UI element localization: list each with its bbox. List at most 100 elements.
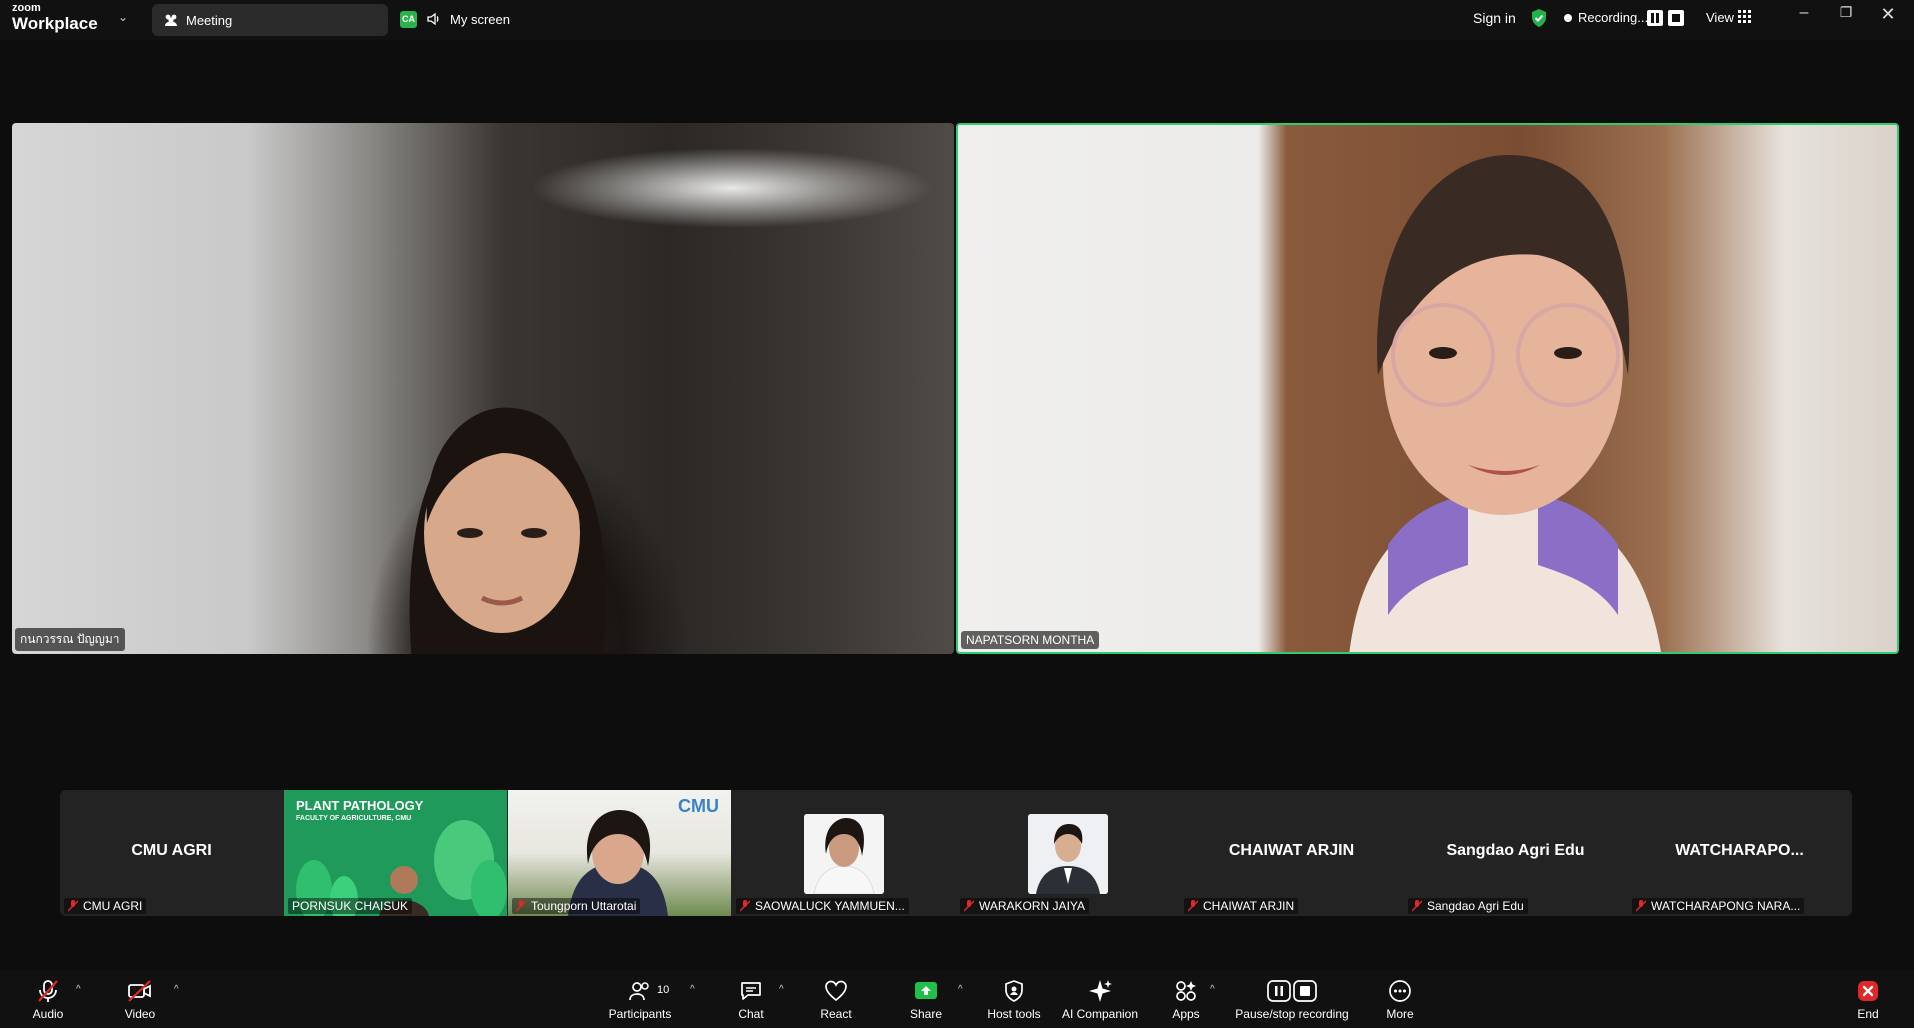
my-screen-tab[interactable]: My screen [450,12,510,27]
host-tools-button[interactable]: Host tools [986,978,1042,1021]
mic-muted-icon [740,900,750,912]
participant-tile[interactable]: CHAIWAT ARJIN CHAIWAT ARJIN [1180,790,1403,916]
participant-label: WARAKORN JAIYA [960,898,1090,914]
more-button[interactable]: More [1382,978,1418,1021]
virtual-background-title: PLANT PATHOLOGY [296,798,424,813]
participant-label: WATCHARAPONG NARA... [1632,898,1805,914]
recording-dot-icon [1564,14,1572,22]
participant-tile[interactable]: WATCHARAPO... WATCHARAPONG NARA... [1628,790,1851,916]
pause-stop-icon [1267,980,1317,1002]
end-label: End [1857,1007,1879,1021]
meeting-tab-label: Meeting [186,13,233,28]
sparkle-icon [1089,980,1112,1002]
participant-video-person [1349,155,1661,652]
participants-icon [165,14,177,26]
participants-options-caret[interactable]: ^ [690,984,695,995]
recording-status[interactable]: Recording... [1578,10,1648,25]
audio-options-caret[interactable]: ^ [76,984,81,995]
react-button[interactable]: React [818,978,854,1021]
restore-button[interactable]: ❐ [1835,4,1857,32]
avatar-photo-image [804,814,884,894]
mic-muted-icon [516,900,526,912]
chat-options-caret[interactable]: ^ [779,984,784,995]
ca-badge[interactable]: CA [400,11,417,28]
participant-tile[interactable]: CMU Toungporn Uttarotai [508,790,731,916]
audio-label: Audio [32,1007,64,1021]
minimize-button[interactable]: – [1793,4,1815,32]
participants-icon [629,982,649,1001]
sign-in-link[interactable]: Sign in [1473,10,1516,26]
mic-muted-icon [1188,900,1198,912]
video-options-caret[interactable]: ^ [174,984,179,995]
video-button[interactable]: Video [120,978,160,1021]
close-window-button[interactable]: ✕ [1877,4,1899,32]
participant-label: SAOWALUCK YAMMUEN... [736,898,909,914]
participant-tile[interactable]: CMU AGRI CMU AGRI [60,790,283,916]
top-bar: zoom Workplace ⌄ Meeting CA My screen Si… [0,0,1914,40]
video-label: Video [124,1007,156,1021]
mic-muted-icon [68,900,78,912]
participant-display-name: CHAIWAT ARJIN [1228,842,1355,859]
avatar [804,814,884,894]
participant-tile[interactable]: WARAKORN JAIYA [956,790,1179,916]
mic-muted-icon [1636,900,1646,912]
mic-muted-icon [1412,900,1422,912]
share-button[interactable]: Share [908,978,944,1021]
speaker-icon[interactable] [426,11,442,27]
end-meeting-button[interactable]: End [1852,978,1884,1021]
pause-stop-label: Pause/stop recording [1235,1007,1349,1021]
participant-display-name: CMU AGRI [131,842,212,859]
video-tile-right-active[interactable]: NAPATSORN MONTHA [956,123,1899,654]
chevron-down-icon[interactable]: ⌄ [118,10,128,24]
participant-name-tag: NAPATSORN MONTHA [961,631,1100,649]
share-screen-icon [915,982,937,999]
meeting-tab[interactable]: Meeting [152,4,388,36]
participant-name-tag: กนกวรรณ ปัญญมา [15,628,125,651]
avatar-photo-image [1028,814,1108,894]
video-off-icon [128,980,151,1002]
react-label: React [820,1007,852,1021]
shield-icon [1005,980,1023,1002]
audio-button[interactable]: Audio [28,978,68,1021]
participant-label: Sangdao Agri Edu [1408,898,1528,914]
participant-display-name: WATCHARAPO... [1675,842,1804,859]
participant-label: Toungporn Uttarotai [512,898,641,914]
participant-display-name: Sangdao Agri Edu [1446,842,1585,859]
avatar [1028,814,1108,894]
participant-tile[interactable]: Sangdao Agri Edu Sangdao Agri Edu [1404,790,1627,916]
chat-icon [741,982,761,1000]
video-tile-left[interactable]: กนกวรรณ ปัญญมา [12,123,954,654]
participant-filmstrip: CMU AGRI CMU AGRI PLANT PATHOLOGY FACULT… [60,790,1852,916]
apps-icon [1176,981,1196,1001]
shield-icon[interactable] [1530,8,1548,28]
more-label: More [1386,1007,1414,1021]
apps-label: Apps [1172,1007,1200,1021]
participants-label: Participants [608,1007,672,1021]
participant-video-person [409,407,607,654]
end-icon [1858,981,1878,1001]
mic-muted-icon [964,900,974,912]
ai-companion-label: AI Companion [1061,1007,1139,1021]
heart-icon [825,980,847,1002]
meeting-toolbar: Audio ^ Video ^ Participants 10 ^ Chat ^ [0,970,1914,1028]
participant-tile[interactable]: PLANT PATHOLOGY FACULTY OF AGRICULTURE, … [284,790,507,916]
view-button[interactable]: View [1706,10,1734,25]
share-options-caret[interactable]: ^ [958,984,963,995]
pause-recording-button[interactable] [1647,10,1663,26]
participants-count: 10 [657,984,670,996]
participant-label: CHAIWAT ARJIN [1184,898,1299,914]
mic-muted-icon [38,980,58,1002]
chat-button[interactable]: Chat [736,978,766,1021]
participant-tile[interactable]: SAOWALUCK YAMMUEN... [732,790,955,916]
apps-options-caret[interactable]: ^ [1210,984,1215,995]
grid-icon[interactable] [1738,10,1752,24]
pause-stop-recording-button[interactable]: Pause/stop recording [1232,978,1352,1021]
stop-recording-button[interactable] [1668,10,1684,26]
ai-companion-button[interactable]: AI Companion [1060,978,1140,1021]
more-icon [1389,980,1411,1002]
apps-button[interactable]: Apps [1170,978,1202,1021]
participant-label: PORNSUK CHAISUK [288,898,413,914]
zoom-logo: zoom Workplace [12,2,98,33]
share-label: Share [909,1007,943,1021]
host-tools-label: Host tools [987,1007,1041,1021]
